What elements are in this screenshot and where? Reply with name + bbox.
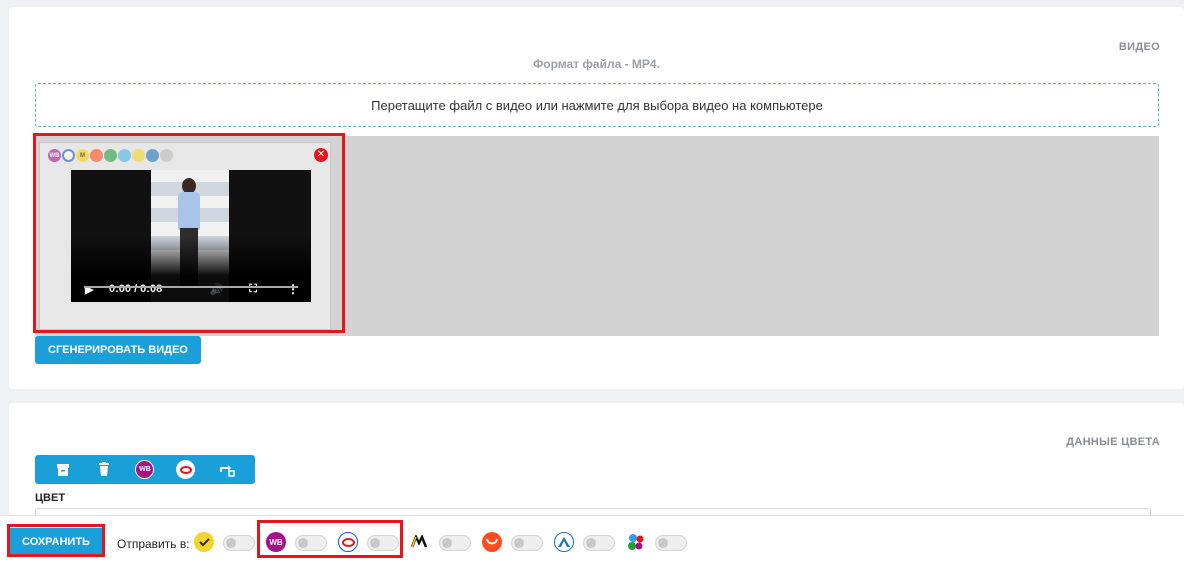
toggle-aliexpress[interactable]: [511, 535, 543, 551]
wb-badge: WB: [135, 460, 155, 479]
send-to-label: Отправить в:: [117, 537, 190, 551]
kazanexpress-icon: [626, 532, 646, 552]
wildberries-icon[interactable]: WB: [135, 460, 155, 480]
video-section-title: ВИДЕО: [1118, 41, 1160, 53]
bottom-action-bar: СОХРАНИТЬ Отправить в: WB: [0, 515, 1184, 561]
aliexpress-icon: [482, 532, 502, 552]
highlight-save-button: [7, 524, 105, 557]
archive-icon[interactable]: [53, 460, 73, 480]
toggle-kazanexpress[interactable]: [655, 535, 687, 551]
format-hint: Формат файла - MP4.: [533, 57, 660, 71]
toggle-yandex-market[interactable]: [439, 535, 471, 551]
swap-icon[interactable]: [217, 460, 237, 480]
dropzone-text: Перетащите файл с видео или нажмите для …: [371, 97, 823, 113]
toggle-sber[interactable]: [223, 535, 255, 551]
yandex-market-icon: [410, 532, 430, 552]
color-toolbar: WB: [35, 455, 255, 484]
lamoda-icon: [554, 532, 574, 552]
color-field-label: ЦВЕТ: [35, 492, 66, 504]
highlight-wb-ozon-toggles: [257, 520, 403, 558]
video-dropzone[interactable]: Перетащите файл с видео или нажмите для …: [35, 83, 1159, 127]
color-section-title: ДАННЫЕ ЦВЕТА: [1066, 436, 1160, 448]
highlight-video-thumbnail: [33, 133, 345, 333]
trash-icon[interactable]: [94, 460, 114, 480]
toggle-lamoda[interactable]: [583, 535, 615, 551]
generate-video-button[interactable]: СГЕНЕРИРОВАТЬ ВИДЕО: [35, 336, 201, 364]
ozon-icon[interactable]: [176, 460, 196, 480]
sber-icon: [194, 532, 214, 552]
